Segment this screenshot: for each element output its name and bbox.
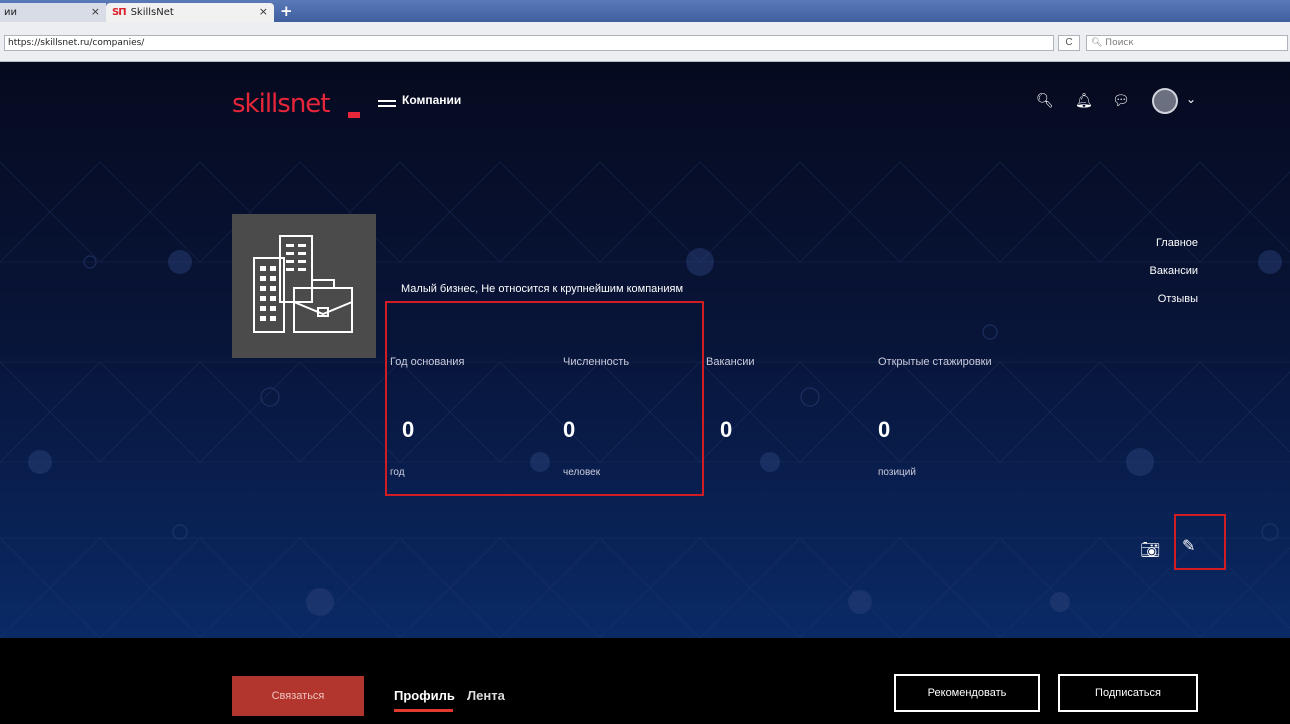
bell-icon[interactable]: 🔔︎ [1075, 92, 1093, 109]
favicon-icon: SΠ [112, 7, 127, 18]
stat-vacancies-value: 0 [720, 417, 733, 442]
chat-icon[interactable]: 💬︎ [1112, 92, 1130, 109]
recommend-button[interactable]: Рекомендовать [894, 674, 1040, 712]
side-nav-main[interactable]: Главное [1156, 237, 1198, 249]
tab-title: SkillsNet [130, 7, 174, 18]
browser-tab-active[interactable]: SΠ SkillsNet × [106, 3, 274, 22]
search-icon[interactable]: 🔍︎ [1036, 92, 1054, 109]
close-icon[interactable]: × [259, 5, 268, 18]
close-icon[interactable]: × [91, 5, 100, 18]
camera-icon[interactable]: 📷︎ [1140, 540, 1160, 560]
active-tab-indicator [394, 709, 453, 712]
stat-vacancies-label: Вакансии [706, 356, 755, 368]
building-briefcase-icon [253, 235, 353, 333]
search-placeholder: Поиск [1105, 38, 1134, 48]
stat-internships-unit: позиций [878, 467, 916, 478]
tab-title: ии [4, 7, 17, 18]
tab-feed[interactable]: Лента [467, 688, 505, 703]
menu-icon[interactable] [378, 100, 396, 107]
stats-highlight-box [385, 301, 704, 496]
url-field[interactable]: https://skillsnet.ru/companies/ [4, 35, 1054, 51]
company-type-text: Малый бизнес, Не относится к крупнейшим … [401, 283, 684, 295]
side-nav-reviews[interactable]: Отзывы [1158, 293, 1198, 305]
section-title[interactable]: Компании [402, 93, 461, 107]
browser-tabbar: ии × SΠ SkillsNet × + [0, 0, 1290, 22]
tab-profile[interactable]: Профиль [394, 688, 455, 703]
pencil-icon[interactable]: ✎ [1182, 536, 1195, 556]
stat-internships-value: 0 [878, 417, 891, 442]
company-hero: skillsnet Компании 🔍︎ 🔔︎ 💬︎ ⌄ Малый бизн… [0, 62, 1290, 638]
chevron-down-icon[interactable]: ⌄ [1186, 92, 1196, 106]
company-logo-placeholder [232, 214, 376, 358]
browser-tab[interactable]: ии × [0, 3, 106, 22]
action-bar: Связаться Профиль Лента Рекомендовать По… [0, 638, 1290, 724]
search-icon: 🔍︎ [1091, 38, 1106, 48]
skillsnet-logo[interactable]: skillsnet [232, 89, 330, 119]
new-tab-button[interactable]: + [280, 3, 293, 20]
beta-badge [348, 112, 360, 118]
stat-internships-label: Открытые стажировки [878, 356, 992, 368]
subscribe-button[interactable]: Подписаться [1058, 674, 1198, 712]
reload-icon[interactable]: C [1058, 35, 1080, 51]
browser-navbar: https://skillsnet.ru/companies/ C 🔍︎ Пои… [0, 22, 1290, 62]
side-nav-vacancies[interactable]: Вакансии [1150, 265, 1199, 277]
avatar[interactable] [1152, 88, 1178, 114]
browser-search-field[interactable]: 🔍︎ Поиск [1086, 35, 1288, 51]
contact-button[interactable]: Связаться [232, 676, 364, 716]
